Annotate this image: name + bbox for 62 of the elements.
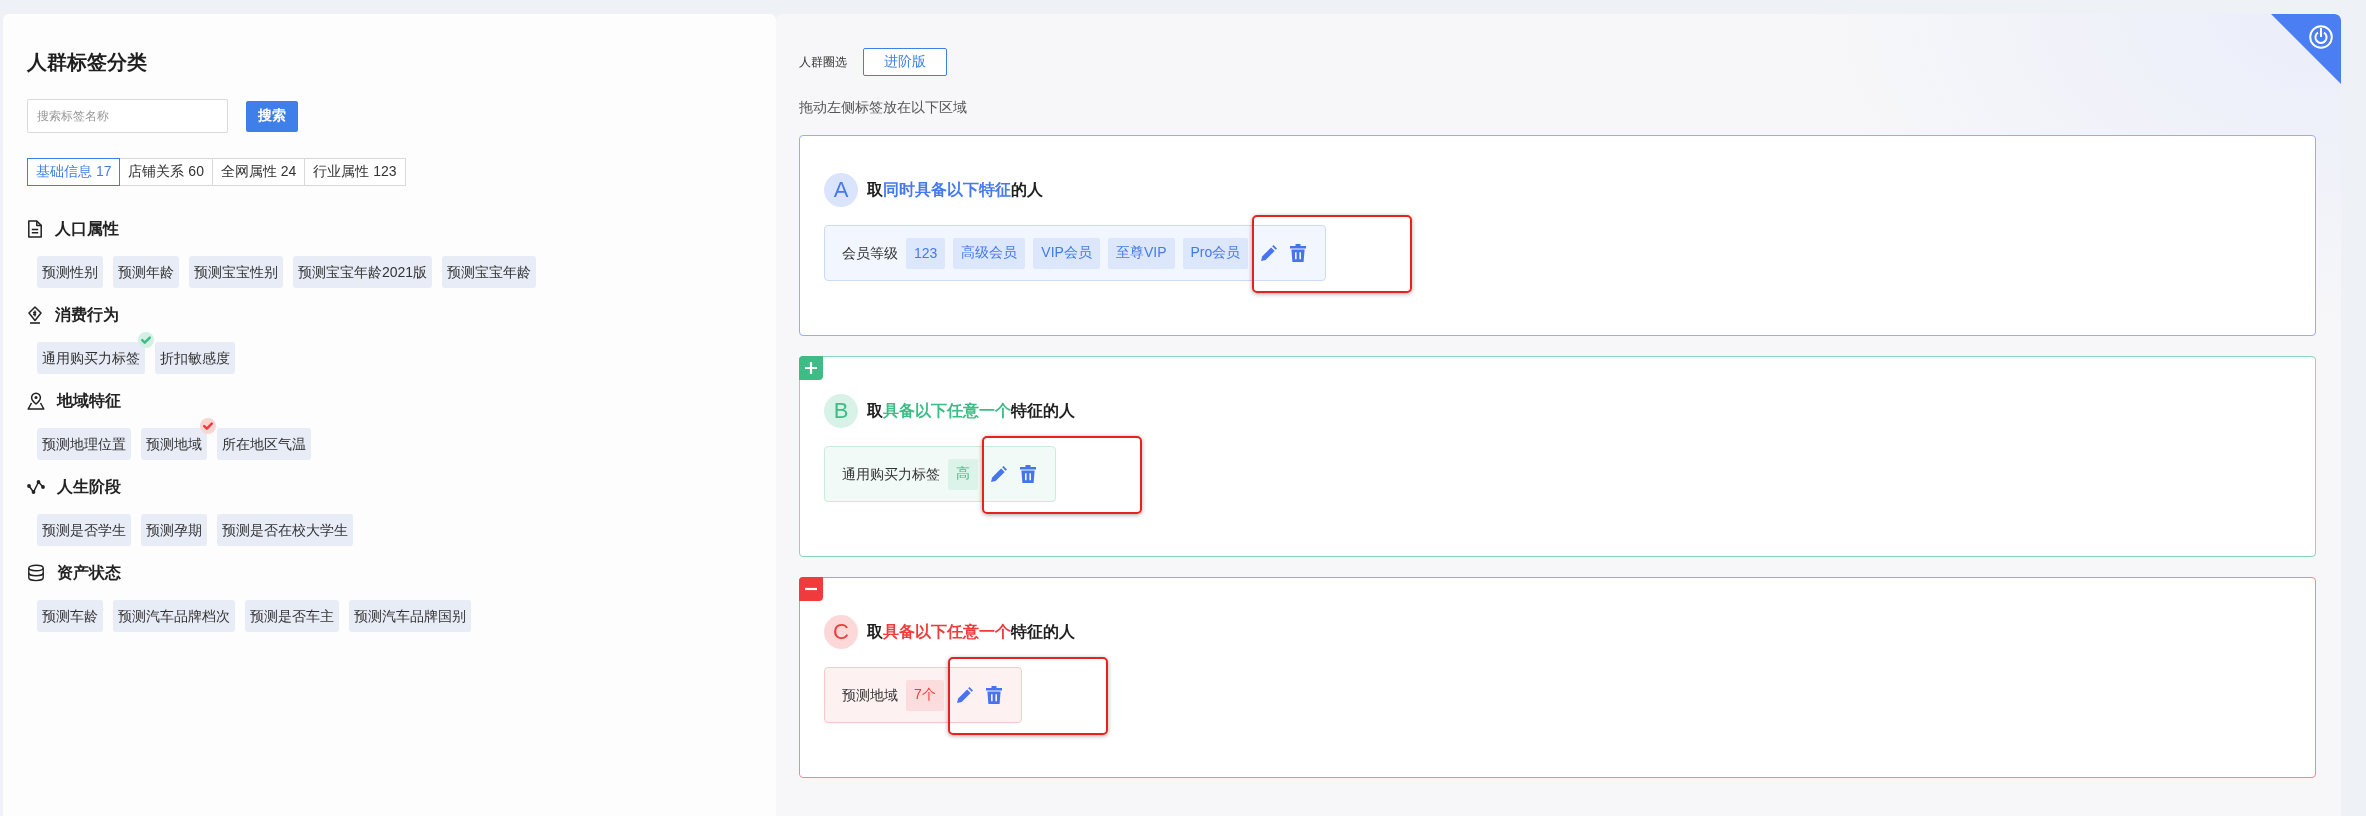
group-letter: B	[824, 394, 858, 428]
pencil-icon[interactable]	[1260, 244, 1279, 262]
section-title: 人口属性	[55, 219, 119, 239]
pencil-icon[interactable]	[955, 686, 974, 704]
label-tag[interactable]: 折扣敏感度	[155, 342, 235, 374]
section-title: 消费行为	[55, 305, 119, 325]
condition-label: 预测地域	[842, 686, 898, 705]
section-title: 地域特征	[57, 391, 121, 411]
label-tag[interactable]: 通用购买力标签	[37, 342, 145, 374]
category-tab[interactable]: 基础信息 17	[27, 158, 121, 186]
label-tag[interactable]: 预测是否在校大学生	[217, 514, 353, 546]
pencil-icon[interactable]	[990, 465, 1008, 483]
search-button[interactable]: 搜索	[246, 100, 298, 132]
label-tag[interactable]: 预测汽车品牌档次	[113, 600, 235, 632]
value-tag: Pro会员	[1182, 237, 1249, 269]
value-tag: 高	[948, 458, 978, 490]
label-tag[interactable]: 预测性别	[37, 256, 103, 288]
document-icon	[27, 220, 43, 238]
group-letter: A	[824, 173, 858, 207]
category-tab[interactable]: 行业属性 123	[304, 158, 406, 186]
drop-hint: 拖动左侧标签放在以下区域	[799, 98, 967, 117]
value-tag: VIP会员	[1033, 237, 1100, 269]
value-tag: 123	[906, 237, 946, 269]
label-tag[interactable]: 预测车龄	[37, 600, 103, 632]
group-title: 取具备以下任意一个特征的人	[867, 401, 1075, 421]
plus-icon[interactable]	[799, 356, 823, 380]
map-pin-icon	[27, 392, 45, 410]
label-tag[interactable]: 预测地域	[141, 428, 207, 460]
trash-icon[interactable]	[1290, 244, 1307, 262]
label-tag[interactable]: 预测地理位置	[37, 428, 131, 460]
coin-stack-icon	[27, 564, 45, 582]
label-tag[interactable]: 预测年龄	[113, 256, 179, 288]
search-field[interactable]: 搜索标签名称	[27, 99, 228, 133]
condition-label: 会员等级	[842, 244, 898, 263]
value-tag: 7个	[906, 679, 944, 711]
panel-title: 人群标签分类	[27, 50, 147, 75]
label-tag[interactable]: 预测宝宝性别	[189, 256, 283, 288]
label-tag[interactable]: 预测是否学生	[37, 514, 131, 546]
diamond-icon	[27, 306, 43, 324]
power-icon	[2309, 25, 2333, 49]
trash-icon[interactable]	[1020, 465, 1036, 483]
group-letter: C	[824, 615, 858, 649]
label-tag[interactable]: 预测宝宝年龄2021版	[293, 256, 433, 288]
label-tag[interactable]: 预测宝宝年龄	[442, 256, 537, 288]
condition-label: 通用购买力标签	[842, 465, 940, 484]
category-tab[interactable]: 店铺关系 60	[119, 158, 213, 186]
label-tag[interactable]: 预测是否车主	[245, 600, 339, 632]
category-tab[interactable]: 全网属性 24	[211, 158, 306, 186]
trash-icon[interactable]	[985, 686, 1002, 704]
line-chart-icon	[27, 480, 45, 494]
group-title: 取具备以下任意一个特征的人	[867, 622, 1075, 642]
section-title: 人生阶段	[57, 477, 121, 497]
label-tag[interactable]: 预测孕期	[141, 514, 207, 546]
value-tag: 高级会员	[953, 237, 1026, 269]
section-title: 资产状态	[57, 563, 121, 583]
minus-icon[interactable]	[799, 577, 823, 601]
mode-label: 人群圈选	[799, 54, 847, 71]
group-title: 取同时具备以下特征的人	[867, 180, 1043, 200]
label-tag[interactable]: 预测汽车品牌国别	[349, 600, 471, 632]
label-tag[interactable]: 所在地区气温	[217, 428, 311, 460]
mode-button[interactable]: 进阶版	[863, 48, 947, 76]
value-tag: 至尊VIP	[1107, 237, 1175, 269]
